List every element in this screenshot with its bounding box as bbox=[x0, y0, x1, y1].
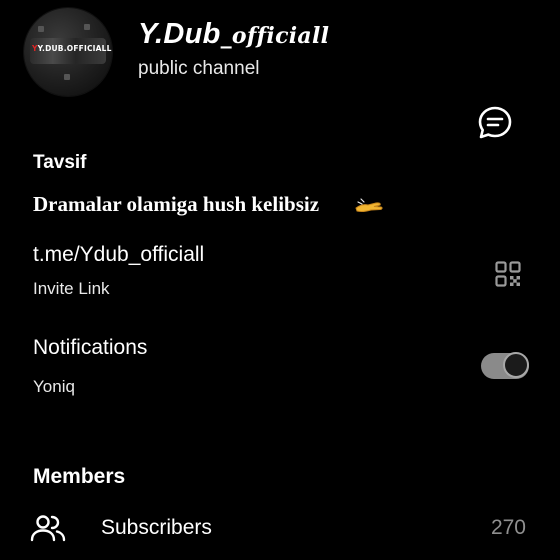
toggle-knob bbox=[503, 352, 529, 378]
description-text: Dramalar olamiga hush kelibsiz bbox=[33, 192, 320, 216]
notifications-toggle[interactable] bbox=[481, 352, 529, 379]
invite-link-label: Invite Link bbox=[33, 279, 110, 298]
flying-hand-icon bbox=[354, 196, 384, 216]
notifications-status: Yoniq bbox=[33, 377, 75, 396]
avatar-detail bbox=[84, 24, 90, 30]
channel-name-main: Y.Dub bbox=[138, 18, 221, 50]
chat-bubble-icon bbox=[478, 106, 512, 139]
comment-button[interactable] bbox=[476, 104, 514, 142]
subscribers-row[interactable]: Subscribers 270 bbox=[0, 505, 560, 553]
members-heading: Members bbox=[33, 465, 126, 488]
qr-code-icon bbox=[495, 261, 521, 287]
channel-name-tail: _officiall bbox=[220, 23, 330, 49]
avatar-detail bbox=[64, 74, 70, 80]
avatar-logo-text: YY.DUB.OFFICIALL bbox=[32, 44, 112, 53]
channel-type-label: public channel bbox=[138, 58, 260, 79]
description-heading: Tavsif bbox=[33, 152, 87, 173]
channel-avatar[interactable]: YY.DUB.OFFICIALL bbox=[24, 8, 112, 96]
people-icon bbox=[30, 515, 66, 542]
notifications-title: Notifications bbox=[33, 336, 148, 359]
channel-title: Y.Dub_officiall bbox=[138, 18, 329, 51]
subscribers-count: 270 bbox=[490, 516, 526, 539]
invite-link-url[interactable]: t.me/Ydub_officiall bbox=[33, 243, 204, 267]
qr-code-button[interactable] bbox=[495, 261, 521, 287]
avatar-detail bbox=[38, 26, 44, 32]
subscribers-label: Subscribers bbox=[101, 516, 212, 539]
